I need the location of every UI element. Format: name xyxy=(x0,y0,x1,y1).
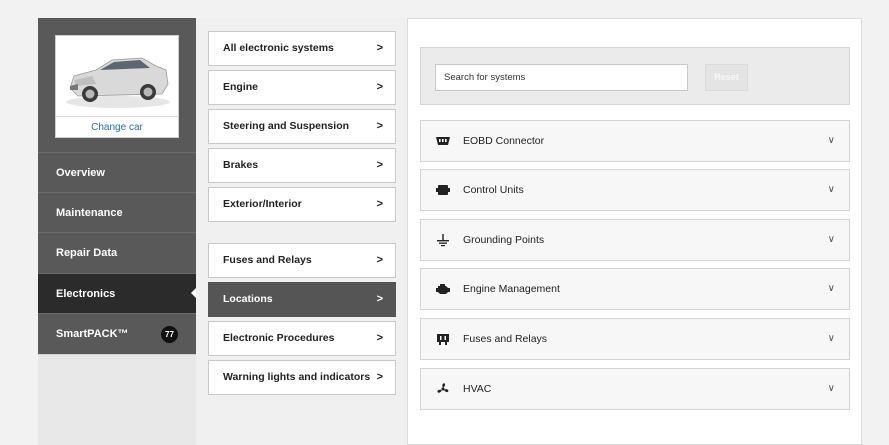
submenu-label: Warning lights and indicators xyxy=(223,371,371,383)
submenu-electronic-procedures[interactable]: Electronic Procedures > xyxy=(208,321,396,356)
submenu-warning-lights[interactable]: Warning lights and indicators > xyxy=(208,360,396,395)
sidebar-filler xyxy=(38,354,196,445)
submenu-label: Locations xyxy=(223,293,273,305)
submenu-label: Fuses and Relays xyxy=(223,254,312,266)
ground-icon xyxy=(437,234,449,247)
sidebar-item-overview[interactable]: Overview xyxy=(38,152,196,192)
chevron-right-icon: > xyxy=(376,81,383,93)
system-row-control-units[interactable]: Control Units ∨ xyxy=(420,169,850,211)
submenu-fuses-relays[interactable]: Fuses and Relays > xyxy=(208,243,396,278)
submenu-brakes[interactable]: Brakes > xyxy=(208,148,396,183)
sidebar-item-electronics[interactable]: Electronics xyxy=(38,273,197,313)
chevron-right-icon: > xyxy=(376,198,383,210)
fuse-icon xyxy=(437,334,449,345)
sidebar-item-smartpack[interactable]: SmartPACK™ 77 xyxy=(38,313,196,353)
chevron-down-icon: ∨ xyxy=(827,184,835,195)
connector-icon xyxy=(436,137,450,145)
submenu-label: Brakes xyxy=(223,159,259,171)
search-panel: Reset xyxy=(420,47,850,105)
chevron-right-icon: > xyxy=(376,371,383,383)
system-label: HVAC xyxy=(463,383,492,395)
chevron-right-icon: > xyxy=(376,159,383,171)
submenu-exterior-interior[interactable]: Exterior/Interior > xyxy=(208,187,396,222)
engine-icon xyxy=(436,284,450,294)
submenu-locations[interactable]: Locations > xyxy=(208,282,396,317)
system-label: Grounding Points xyxy=(463,234,545,246)
chevron-down-icon: ∨ xyxy=(827,383,835,394)
system-row-hvac[interactable]: HVAC ∨ xyxy=(420,368,850,410)
chevron-right-icon: > xyxy=(376,332,383,344)
system-row-grounding-points[interactable]: Grounding Points ∨ xyxy=(420,219,850,261)
submenu-label: Exterior/Interior xyxy=(223,198,302,210)
reset-button[interactable]: Reset xyxy=(705,64,748,91)
sidebar-item-label: Electronics xyxy=(56,288,116,300)
submenu-label: Steering and Suspension xyxy=(223,120,350,132)
chevron-down-icon: ∨ xyxy=(827,234,835,245)
system-row-eobd-connector[interactable]: EOBD Connector ∨ xyxy=(420,120,850,162)
system-row-fuses-relays[interactable]: Fuses and Relays ∨ xyxy=(420,318,850,360)
chevron-right-icon: > xyxy=(376,293,383,305)
system-label: Control Units xyxy=(463,184,524,196)
vehicle-card[interactable]: Change car xyxy=(55,35,179,138)
submenu-all-electronic-systems[interactable]: All electronic systems > xyxy=(208,31,396,66)
system-label: Fuses and Relays xyxy=(463,333,548,345)
submenu-label: All electronic systems xyxy=(223,42,334,54)
sidebar-item-repair-data[interactable]: Repair Data xyxy=(38,232,196,272)
submenu-label: Electronic Procedures xyxy=(223,332,335,344)
car-image xyxy=(66,57,170,108)
sidebar-item-label: Maintenance xyxy=(56,207,123,219)
submenu-label: Engine xyxy=(223,81,259,93)
sidebar-item-label: Repair Data xyxy=(56,247,118,259)
sidebar-item-label: SmartPACK™ xyxy=(56,328,129,340)
control-unit-icon xyxy=(436,185,450,195)
sidebar-item-maintenance[interactable]: Maintenance xyxy=(38,192,196,232)
chevron-down-icon: ∨ xyxy=(827,333,835,344)
search-input[interactable] xyxy=(435,64,688,91)
chevron-right-icon: > xyxy=(376,254,383,266)
fan-icon xyxy=(437,383,449,393)
system-row-engine-management[interactable]: Engine Management ∨ xyxy=(420,268,850,310)
system-label: EOBD Connector xyxy=(463,135,545,147)
count-badge: 77 xyxy=(161,326,178,343)
chevron-right-icon: > xyxy=(376,42,383,54)
submenu-steering-suspension[interactable]: Steering and Suspension > xyxy=(208,109,396,144)
chevron-down-icon: ∨ xyxy=(827,283,835,294)
submenu-engine[interactable]: Engine > xyxy=(208,70,396,105)
system-label: Engine Management xyxy=(463,283,560,295)
sidebar-item-label: Overview xyxy=(56,167,105,179)
change-car-link[interactable]: Change car xyxy=(56,116,178,138)
chevron-right-icon: > xyxy=(376,120,383,132)
chevron-down-icon: ∨ xyxy=(827,135,835,146)
